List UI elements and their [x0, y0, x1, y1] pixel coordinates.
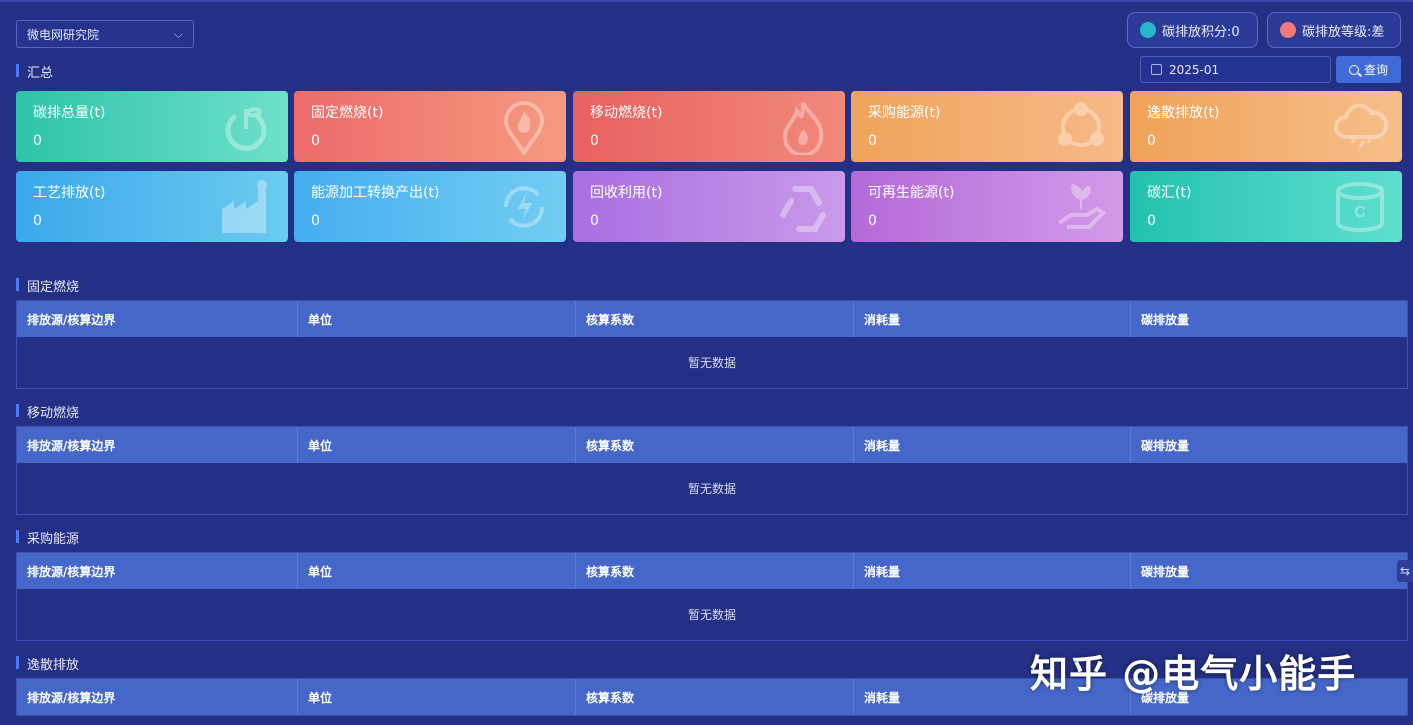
carbon-score-pill[interactable]: 碳排放积分:0	[1127, 12, 1258, 48]
carbon-dashboard: 微电网研究院 ⌵ 碳排放积分:0 碳排放等级:差 汇总 2025-01 查询 碳…	[0, 0, 1413, 725]
card-purchased-energy: 采购能源(t) 0	[851, 91, 1123, 162]
card-fugitive-emission: 逸散排放(t) 0	[1130, 91, 1402, 162]
plant-hand-icon	[1057, 183, 1107, 229]
col-consumption: 消耗量	[854, 553, 1131, 589]
col-unit: 单位	[298, 553, 576, 589]
leaf-coin-icon	[1140, 22, 1156, 38]
section-title-fixed-combustion: 固定燃烧	[16, 276, 79, 295]
carbon-stack-icon: C	[1336, 182, 1384, 232]
table-purchased-energy: 排放源/核算边界 单位 核算系数 消耗量 碳排放量 暂无数据	[16, 552, 1408, 641]
col-consumption: 消耗量	[854, 427, 1131, 463]
org-select-value: 微电网研究院	[27, 27, 100, 42]
carbon-level-label: 碳排放等级:差	[1302, 24, 1385, 40]
col-unit: 单位	[298, 301, 576, 337]
carbon-score-label: 碳排放积分:0	[1162, 24, 1240, 40]
section-title-purchased-energy: 采购能源	[16, 528, 79, 547]
table-fixed-combustion: 排放源/核算边界 单位 核算系数 消耗量 碳排放量 暂无数据	[16, 300, 1408, 389]
cloud-icon	[1334, 103, 1388, 148]
carbon-level-pill[interactable]: 碳排放等级:差	[1267, 12, 1401, 48]
table-header: 排放源/核算边界 单位 核算系数 消耗量 碳排放量	[17, 301, 1407, 337]
card-total-emission: 碳排总量(t) 0	[16, 91, 288, 162]
power-leaf-icon	[225, 107, 267, 151]
month-picker-value: 2025-01	[1169, 62, 1220, 77]
col-factor: 核算系数	[576, 679, 854, 715]
card-mobile-combustion: 移动燃烧(t) 0	[573, 91, 845, 162]
table-header: 排放源/核算边界 单位 核算系数 消耗量 碳排放量	[17, 427, 1407, 463]
col-factor: 核算系数	[576, 301, 854, 337]
search-icon	[1348, 64, 1359, 75]
col-factor: 核算系数	[576, 427, 854, 463]
col-factor: 核算系数	[576, 553, 854, 589]
card-recycling: 回收利用(t) 0	[573, 171, 845, 242]
col-consumption: 消耗量	[854, 301, 1131, 337]
factory-icon	[222, 180, 267, 233]
table-empty: 暂无数据	[17, 463, 1407, 514]
month-picker[interactable]: 2025-01	[1140, 56, 1331, 83]
col-emission: 碳排放量	[1141, 438, 1190, 453]
col-source: 排放源/核算边界	[17, 427, 298, 463]
col-source: 排放源/核算边界	[17, 679, 298, 715]
col-emission: 碳排放量	[1141, 564, 1190, 579]
calendar-icon	[1151, 64, 1162, 75]
card-energy-conversion: 能源加工转换产出(t) 0	[294, 171, 566, 242]
query-button[interactable]: 查询	[1336, 56, 1401, 83]
col-emission: 碳排放量	[1141, 312, 1190, 327]
card-process-emission: 工艺排放(t) 0	[16, 171, 288, 242]
col-unit: 单位	[298, 679, 576, 715]
side-panel-toggle[interactable]: ⇆	[1397, 560, 1413, 582]
svg-text:C: C	[1354, 204, 1366, 221]
energy-cycle-icon	[503, 186, 545, 228]
card-carbon-sink: 碳汇(t) 0 C	[1130, 171, 1402, 242]
chevron-down-icon: ⌵	[173, 26, 183, 41]
card-renewable-energy: 可再生能源(t) 0	[851, 171, 1123, 242]
col-source: 排放源/核算边界	[17, 553, 298, 589]
org-select[interactable]: 微电网研究院 ⌵	[16, 20, 194, 48]
summary-title: 汇总	[16, 62, 53, 81]
table-empty: 暂无数据	[17, 337, 1407, 388]
recycle-icon	[780, 186, 826, 232]
col-unit: 单位	[298, 427, 576, 463]
medal-icon	[1280, 22, 1296, 38]
query-button-label: 查询	[1363, 63, 1388, 77]
watermark-text: 知乎 @电气小能手	[1030, 652, 1357, 696]
fire-icon	[782, 101, 824, 155]
table-header: 排放源/核算边界 单位 核算系数 消耗量 碳排放量	[17, 553, 1407, 589]
card-fixed-combustion: 固定燃烧(t) 0	[294, 91, 566, 162]
network-icon	[1058, 102, 1104, 147]
table-empty: 暂无数据	[17, 589, 1407, 640]
col-source: 排放源/核算边界	[17, 301, 298, 337]
section-title-mobile-combustion: 移动燃烧	[16, 402, 79, 421]
flame-pin-icon	[503, 101, 545, 155]
section-title-fugitive-emission: 逸散排放	[16, 654, 79, 673]
table-mobile-combustion: 排放源/核算边界 单位 核算系数 消耗量 碳排放量 暂无数据	[16, 426, 1408, 515]
